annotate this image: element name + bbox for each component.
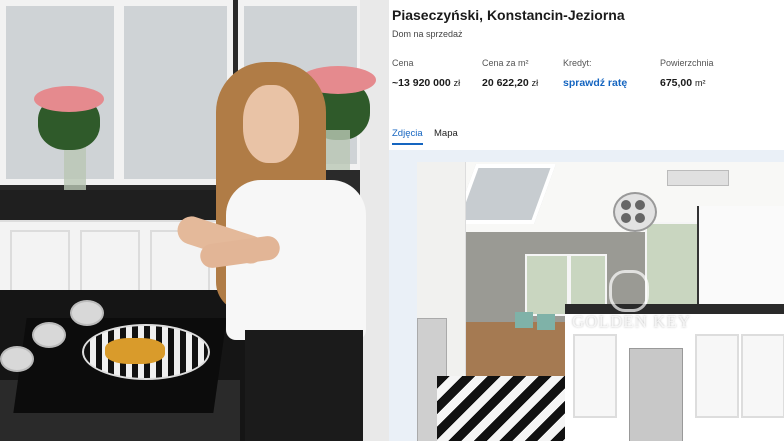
- check-installment-link[interactable]: sprawdź ratę: [563, 77, 627, 89]
- chair: [537, 314, 555, 330]
- window: [645, 222, 701, 306]
- wood-floor: [462, 322, 582, 382]
- cabinet-door: [695, 334, 739, 418]
- vase: [322, 130, 350, 170]
- dishwasher: [629, 348, 683, 441]
- surgical-lamp: [613, 192, 657, 232]
- candle-holder: [0, 346, 34, 372]
- tab-map[interactable]: Mapa: [434, 128, 458, 143]
- watermark: GOLDEN KEY: [572, 312, 692, 331]
- fact-price: Cena ~13 920 000 zł: [392, 58, 460, 91]
- fact-label: Kredyt:: [563, 58, 592, 68]
- cabinet-door: [10, 230, 70, 294]
- ceiling-fixture: [667, 170, 729, 186]
- roses: [34, 86, 104, 112]
- tab-photos[interactable]: Zdjęcia: [392, 128, 423, 145]
- listing-facts: Cena ~13 920 000 zł Cena za m² 20 622,20…: [392, 58, 784, 90]
- person-face: [243, 85, 299, 163]
- fact-price-per-m2: Cena za m² 20 622,20 zł: [482, 58, 538, 91]
- food: [105, 338, 165, 364]
- fact-label: Cena za m²: [482, 58, 529, 68]
- price-per-m2-value: 20 622,20 zł: [482, 77, 539, 89]
- listing-title: Piaseczyński, Konstancin-Jeziorna: [392, 7, 625, 23]
- window: [525, 254, 569, 316]
- cabinet-door: [573, 334, 617, 418]
- candle-holder: [32, 322, 66, 348]
- person-kitchen-photo: [0, 0, 389, 441]
- area-value: 675,00 m²: [660, 77, 706, 89]
- candle-holder: [70, 300, 104, 326]
- listing-photo[interactable]: GOLDEN KEY: [417, 162, 784, 441]
- fact-credit: Kredyt: sprawdź ratę: [563, 58, 627, 91]
- listing-panel: Piaseczyński, Konstancin-Jeziorna Dom na…: [389, 0, 784, 441]
- person-pants: [245, 330, 363, 441]
- right-cabinet: [697, 206, 784, 306]
- chair: [515, 312, 533, 328]
- watermark-logo-icon: [609, 270, 649, 312]
- price-value: ~13 920 000 zł: [392, 77, 461, 89]
- cabinet-door: [80, 230, 140, 294]
- fact-area: Powierzchnia 675,00 m²: [660, 58, 714, 91]
- cabinet-door: [741, 334, 784, 418]
- listing-subtitle: Dom na sprzedaż: [392, 29, 463, 39]
- fact-label: Cena: [392, 58, 414, 68]
- fact-label: Powierzchnia: [660, 58, 714, 68]
- counter: [0, 190, 220, 220]
